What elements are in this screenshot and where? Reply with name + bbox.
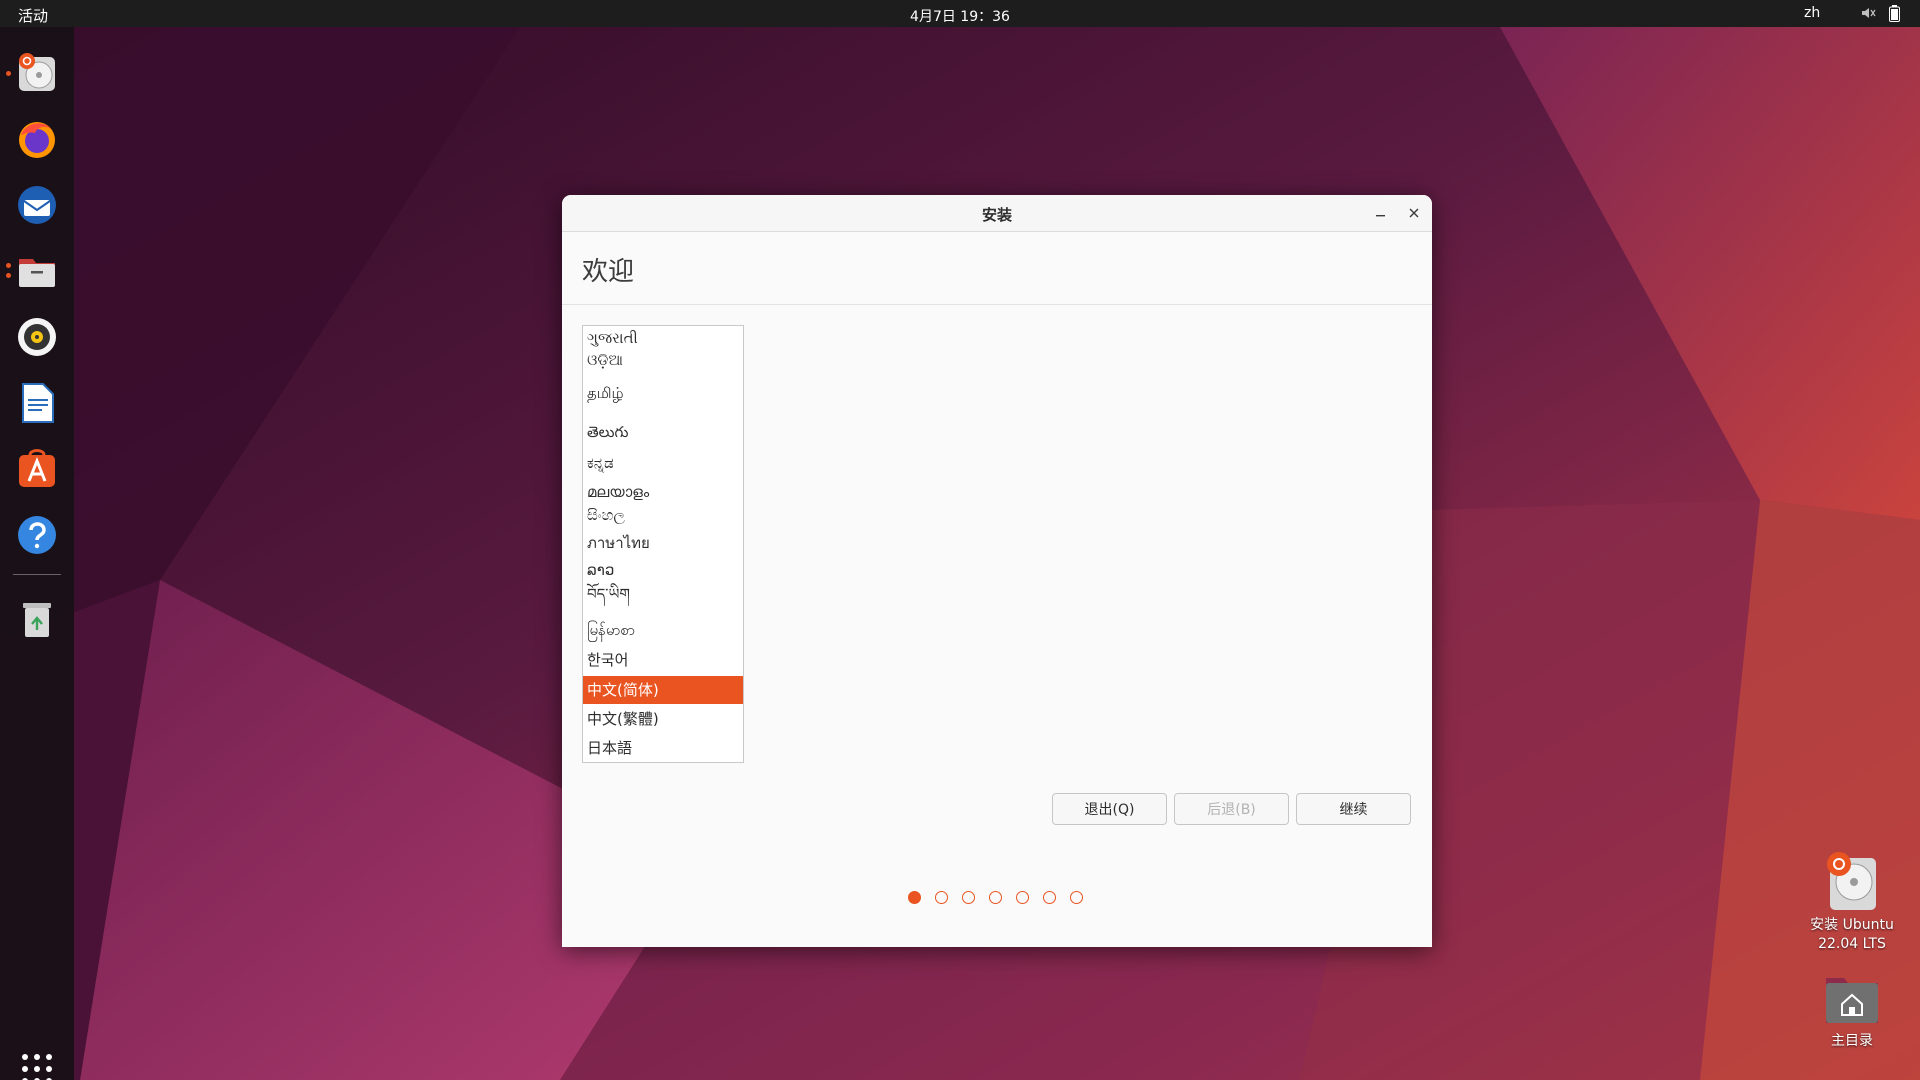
language-item[interactable]: བོད་ཡིག xyxy=(583,580,743,608)
language-item[interactable]: ภาษาไทย xyxy=(583,529,743,557)
files-icon xyxy=(19,259,55,287)
help-icon xyxy=(18,516,56,554)
clock[interactable]: 4月7日 19：36 xyxy=(910,9,1010,25)
progress-dot xyxy=(1016,891,1029,904)
dock-item-firefox[interactable] xyxy=(11,113,63,165)
window-title: 安装 xyxy=(981,206,1012,224)
dock-item-files[interactable] xyxy=(11,245,63,297)
language-item[interactable]: தமிழ் xyxy=(583,379,743,407)
page-header: 欢迎 xyxy=(562,232,1432,305)
language-item[interactable]: မြန်မာစာ xyxy=(583,616,743,644)
back-button[interactable]: 后退(B) xyxy=(1174,793,1289,825)
installer-disc-icon xyxy=(1827,852,1876,910)
desktop-icon-label: 安装 Ubuntu xyxy=(1810,917,1894,933)
dock-item-trash[interactable] xyxy=(11,593,63,645)
window-content: ગુજરાતી ଓଡ଼ିଆ தமிழ் తెలుగు ಕನ್ನಡ മലയാളം … xyxy=(562,305,1432,947)
show-apps-grid-icon[interactable] xyxy=(19,1051,55,1080)
dock xyxy=(0,27,74,1080)
thunderbird-icon xyxy=(18,186,56,224)
dock-item-writer[interactable] xyxy=(11,377,63,429)
top-bar: 活动 4月7日 19：36 zh xyxy=(0,0,1920,27)
trash-icon xyxy=(23,603,51,637)
quit-button[interactable]: 退出(Q) xyxy=(1052,793,1167,825)
minimize-icon[interactable] xyxy=(1370,202,1392,224)
language-item[interactable]: සිංහල xyxy=(583,501,743,529)
dock-item-help[interactable] xyxy=(11,509,63,561)
progress-dot xyxy=(962,891,975,904)
desktop-icon-label: 22.04 LTS xyxy=(1818,936,1886,952)
input-method-indicator[interactable]: zh xyxy=(1804,5,1820,21)
language-item[interactable]: ଓଡ଼ିଆ xyxy=(583,346,743,374)
desktop-icon-label: 主目录 xyxy=(1831,1033,1873,1049)
progress-dot xyxy=(989,891,1002,904)
language-item[interactable]: 中文(繁體) xyxy=(583,705,743,733)
dock-item-app-center[interactable] xyxy=(11,443,63,495)
close-icon[interactable] xyxy=(1403,202,1425,224)
language-item-selected[interactable]: 中文(简体) xyxy=(583,676,743,704)
activities-button[interactable]: 活动 xyxy=(18,5,48,26)
window-titlebar[interactable]: 安装 xyxy=(562,195,1432,232)
volume-muted-icon[interactable] xyxy=(1860,5,1876,21)
home-folder-icon xyxy=(1826,978,1878,1023)
page-title: 欢迎 xyxy=(582,257,635,287)
dock-item-rhythmbox[interactable] xyxy=(11,311,63,363)
writer-icon xyxy=(22,383,54,423)
language-list[interactable]: ગુજરાતી ଓଡ଼ିଆ தமிழ் తెలుగు ಕನ್ನಡ മലയാളം … xyxy=(582,325,744,763)
desktop-icon-home[interactable]: 主目录 xyxy=(1792,972,1912,1051)
language-item[interactable]: 한국어 xyxy=(583,646,743,674)
continue-button[interactable]: 继续 xyxy=(1296,793,1411,825)
dock-separator xyxy=(13,574,61,575)
progress-dot xyxy=(1070,891,1083,904)
installer-window: 安装 欢迎 ગુજરાતી ଓଡ଼ିଆ தமிழ் తెలుగు ಕನ್ನಡ മ… xyxy=(562,195,1432,947)
language-item[interactable]: 日本語 xyxy=(583,734,743,762)
language-item[interactable]: తెలుగు xyxy=(583,418,743,446)
firefox-icon xyxy=(19,122,55,158)
language-item[interactable]: ಕನ್ನಡ xyxy=(583,449,743,477)
progress-dot xyxy=(935,891,948,904)
progress-dot-active xyxy=(908,891,921,904)
progress-dot xyxy=(1043,891,1056,904)
rhythmbox-icon xyxy=(18,318,56,356)
battery-icon[interactable] xyxy=(1889,5,1900,22)
dock-item-installer[interactable] xyxy=(11,47,63,99)
installer-disc-icon xyxy=(19,53,55,91)
app-center-icon xyxy=(19,449,55,487)
progress-dots xyxy=(908,891,1088,907)
desktop-icon-install-ubuntu[interactable]: 安装 Ubuntu 22.04 LTS xyxy=(1792,850,1912,954)
dock-item-thunderbird[interactable] xyxy=(11,179,63,231)
